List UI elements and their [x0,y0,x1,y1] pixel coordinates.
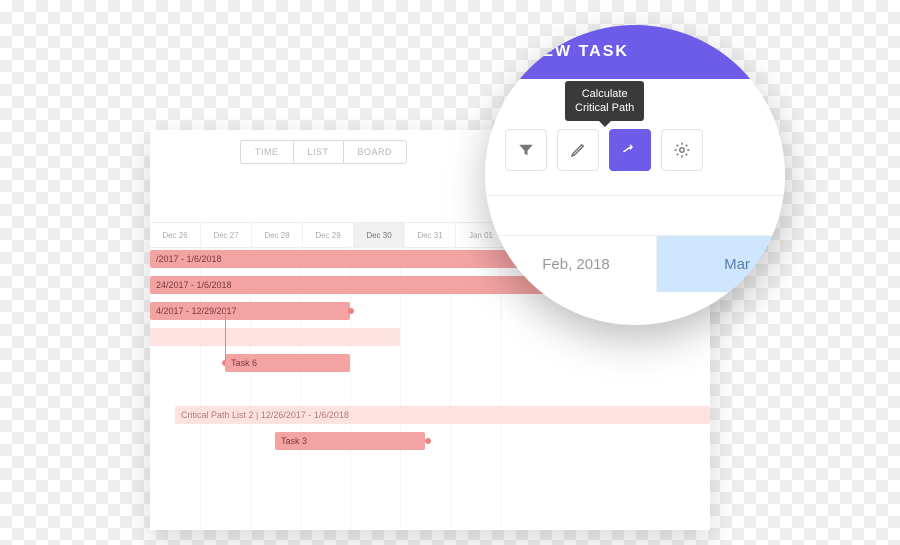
dependency-link-icon [225,310,226,361]
new-task-button[interactable]: + NEW TASK ⌄ [485,25,785,79]
date-col[interactable]: Dec 29 [303,223,354,247]
month-cell-selected[interactable]: Mar [657,236,785,292]
tab-list[interactable]: LIST [294,141,344,163]
date-col-selected[interactable]: Dec 30 [354,223,405,247]
pen-icon [569,141,587,159]
gantt-bar[interactable]: Critical Path List 2 | 12/26/2017 - 1/6/… [175,406,710,424]
date-col[interactable]: Dec 28 [252,223,303,247]
gantt-row [150,376,710,402]
view-tabs: TIME LIST BOARD [240,140,407,164]
link-dot-icon [348,308,354,314]
date-col[interactable]: Dec 27 [201,223,252,247]
gantt-row: Task 6 [150,350,710,376]
date-col[interactable]: Dec 31 [405,223,456,247]
gantt-row: Critical Path List 2 | 12/26/2017 - 1/6/… [150,402,710,428]
gantt-row [150,324,710,350]
gantt-bar[interactable]: 4/2017 - 12/29/2017 [150,302,350,320]
tooltip-critical-path: Calculate Critical Path [565,81,644,121]
settings-button[interactable] [661,129,703,171]
gear-icon [673,141,691,159]
arrow-icon [621,141,639,159]
month-cell[interactable]: Feb, 2018 [496,236,657,292]
gantt-bar[interactable]: Task 6 [225,354,350,372]
filter-button[interactable] [505,129,547,171]
divider [485,195,785,196]
date-col[interactable]: Dec 26 [150,223,201,247]
gantt-row: Task 3 [150,428,710,454]
filter-icon [517,141,535,159]
month-row: Feb, 2018 Mar [485,235,785,292]
gantt-bar[interactable]: Task 3 [275,432,425,450]
gantt-bar[interactable] [150,328,400,346]
tab-time[interactable]: TIME [241,141,294,163]
chevron-down-icon[interactable]: ⌄ [758,42,775,63]
zoom-lens: + NEW TASK ⌄ Calculate Critical Path F [485,25,785,325]
critical-path-button[interactable] [609,129,651,171]
toolbar [505,129,703,171]
new-task-label: + NEW TASK [511,43,629,61]
tab-board[interactable]: BOARD [344,141,407,163]
link-dot-icon [425,438,431,444]
pen-button[interactable] [557,129,599,171]
